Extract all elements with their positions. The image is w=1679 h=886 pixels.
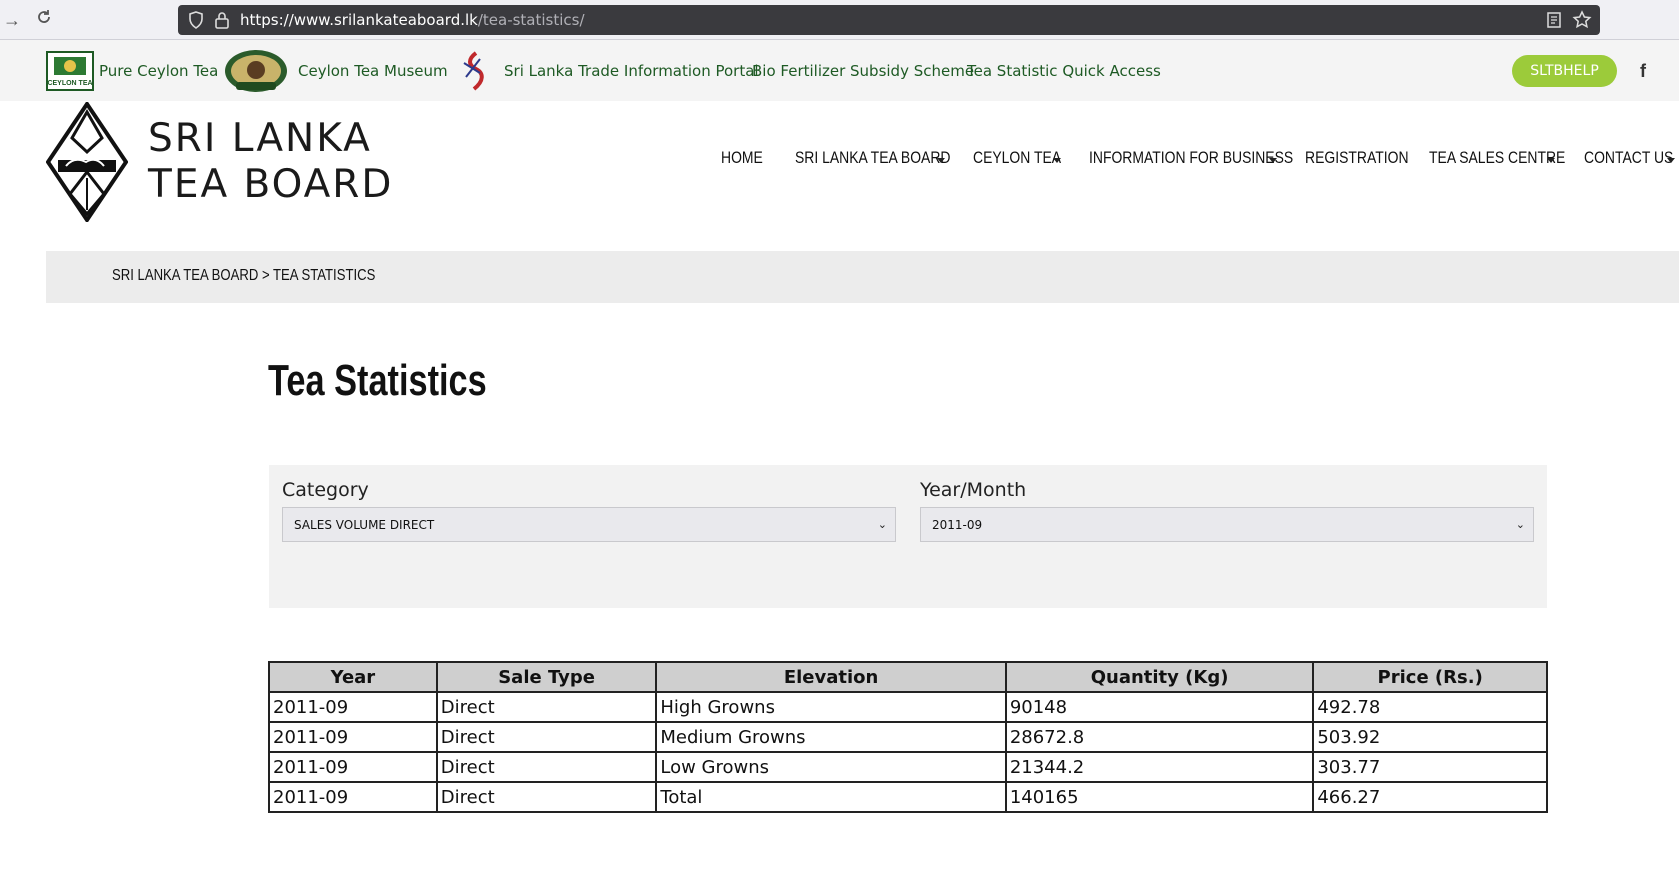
sltb-diamond-lion-logo-icon	[45, 100, 129, 224]
pure-ceylon-tea-link[interactable]: CEYLON TEA Pure Ceylon Tea	[46, 40, 218, 101]
url-host: https://www.srilankateaboard.lk	[240, 11, 478, 29]
header-elevation: Elevation	[655, 661, 1007, 693]
forward-icon[interactable]: →	[0, 8, 24, 32]
reload-icon[interactable]	[32, 8, 56, 32]
nav-registration[interactable]: REGISTRATION	[1305, 148, 1409, 168]
chevron-down-icon[interactable]	[937, 158, 945, 163]
nav-tea-sales-centre[interactable]: TEA SALES CENTRE	[1429, 148, 1565, 168]
reader-mode-icon[interactable]	[1544, 10, 1564, 30]
top-link-bar: CEYLON TEA Pure Ceylon Tea Ceylon Tea Mu…	[0, 40, 1679, 101]
ceylon-tea-museum-link[interactable]: Ceylon Tea Museum	[223, 40, 448, 101]
table-row: 2011-09 Direct High Growns 90148 492.78	[268, 691, 1548, 723]
cell-price: 492.78	[1312, 691, 1548, 723]
trade-information-portal-link[interactable]: Sri Lanka Trade Information Portal	[454, 40, 759, 101]
sltb-logo[interactable]	[45, 100, 129, 227]
cell-price: 466.27	[1312, 781, 1548, 813]
cell-price: 303.77	[1312, 751, 1548, 783]
lock-icon[interactable]	[212, 10, 232, 30]
breadcrumb-separator: >	[261, 267, 270, 284]
cell-elevation: Medium Growns	[655, 721, 1007, 753]
bio-fertilizer-subsidy-label: Bio Fertilizer Subsidy Scheme	[752, 61, 975, 80]
tea-statistic-quick-access-link[interactable]: Tea Statistic Quick Access	[967, 40, 1161, 101]
cell-quantity: 140165	[1004, 781, 1315, 813]
nav-ceylon-tea[interactable]: CEYLON TEA	[973, 148, 1061, 168]
nav-contact-us[interactable]: CONTACT US	[1584, 148, 1673, 168]
cell-sale-type: Direct	[435, 751, 658, 783]
nav-sri-lanka-tea-board[interactable]: SRI LANKA TEA BOARD	[795, 148, 950, 168]
svg-text:CEYLON TEA: CEYLON TEA	[47, 80, 92, 87]
chevron-down-icon: ⌄	[877, 518, 887, 531]
bio-fertilizer-subsidy-link[interactable]: Bio Fertilizer Subsidy Scheme	[752, 40, 974, 101]
cell-quantity: 28672.8	[1004, 721, 1315, 753]
bookmark-star-icon[interactable]	[1572, 10, 1592, 30]
brand-name[interactable]: SRI LANKA TEA BOARD	[148, 116, 393, 208]
chevron-down-icon[interactable]	[1269, 158, 1277, 163]
brand-line-1: SRI LANKA	[148, 116, 372, 161]
cell-price: 503.92	[1312, 721, 1548, 753]
breadcrumb-current: TEA STATISTICS	[273, 267, 376, 284]
table-header-row: Year Sale Type Elevation Quantity (Kg) P…	[268, 661, 1548, 693]
breadcrumb: SRI LANKA TEA BOARD > TEA STATISTICS	[112, 267, 375, 285]
category-select[interactable]: SALES VOLUME DIRECT ⌄	[282, 507, 896, 542]
header-year: Year	[268, 661, 438, 693]
address-bar[interactable]: https://www.srilankateaboard.lk/tea-stat…	[178, 5, 1600, 35]
tea-statistics-table: Year Sale Type Elevation Quantity (Kg) P…	[268, 661, 1548, 813]
trade-portal-logo-icon	[456, 50, 492, 91]
cell-sale-type: Direct	[435, 691, 658, 723]
header-quantity: Quantity (Kg)	[1004, 661, 1315, 693]
chevron-down-icon[interactable]	[1547, 158, 1555, 163]
table-row: 2011-09 Direct Low Growns 21344.2 303.77	[268, 751, 1548, 783]
breadcrumb-bar: SRI LANKA TEA BOARD > TEA STATISTICS	[46, 251, 1679, 303]
shield-icon[interactable]	[186, 10, 206, 30]
header-sale-type: Sale Type	[435, 661, 658, 693]
brand-line-2: TEA BOARD	[148, 162, 394, 207]
category-selected-value: SALES VOLUME DIRECT	[294, 517, 435, 532]
nav-home[interactable]: HOME	[721, 148, 763, 168]
chevron-down-icon[interactable]	[1053, 158, 1061, 163]
yearmonth-select[interactable]: 2011-09 ⌄	[920, 507, 1534, 542]
cell-year: 2011-09	[268, 721, 438, 753]
cell-sale-type: Direct	[435, 781, 658, 813]
cell-quantity: 21344.2	[1004, 751, 1315, 783]
chevron-down-icon[interactable]	[1667, 158, 1675, 163]
sltb-help-button[interactable]: SLTBHELP	[1512, 55, 1617, 87]
cell-elevation: High Growns	[655, 691, 1007, 723]
yearmonth-label: Year/Month	[920, 479, 1027, 501]
url-path: /tea-statistics/	[477, 11, 585, 29]
cell-year: 2011-09	[268, 691, 438, 723]
tea-museum-emblem-icon	[225, 49, 287, 92]
header-price: Price (Rs.)	[1312, 661, 1548, 693]
cell-sale-type: Direct	[435, 721, 658, 753]
breadcrumb-root[interactable]: SRI LANKA TEA BOARD	[112, 267, 258, 284]
cell-elevation: Total	[655, 781, 1007, 813]
category-label: Category	[282, 479, 369, 501]
yearmonth-selected-value: 2011-09	[932, 517, 983, 532]
table-row: 2011-09 Direct Total 140165 466.27	[268, 781, 1548, 813]
chevron-down-icon: ⌄	[1515, 518, 1525, 531]
ceylon-tea-museum-label: Ceylon Tea Museum	[298, 61, 448, 80]
cell-year: 2011-09	[268, 781, 438, 813]
ceylon-tea-logo-icon: CEYLON TEA	[46, 50, 94, 91]
cell-year: 2011-09	[268, 751, 438, 783]
browser-toolbar: → https://www.srilankateaboard.lk/tea-st…	[0, 0, 1679, 40]
tea-statistic-quick-access-label: Tea Statistic Quick Access	[967, 61, 1161, 80]
filter-panel: Category SALES VOLUME DIRECT ⌄ Year/Mont…	[269, 465, 1547, 608]
cell-elevation: Low Growns	[655, 751, 1007, 783]
url-text[interactable]: https://www.srilankateaboard.lk/tea-stat…	[240, 11, 585, 29]
cell-quantity: 90148	[1004, 691, 1315, 723]
trade-information-portal-label: Sri Lanka Trade Information Portal	[504, 61, 759, 80]
facebook-icon[interactable]: f	[1640, 62, 1656, 80]
nav-information-for-business[interactable]: INFORMATION FOR BUSINESS	[1089, 148, 1293, 168]
pure-ceylon-tea-label: Pure Ceylon Tea	[99, 61, 219, 80]
page-title: Tea Statistics	[268, 356, 487, 405]
table-row: 2011-09 Direct Medium Growns 28672.8 503…	[268, 721, 1548, 753]
